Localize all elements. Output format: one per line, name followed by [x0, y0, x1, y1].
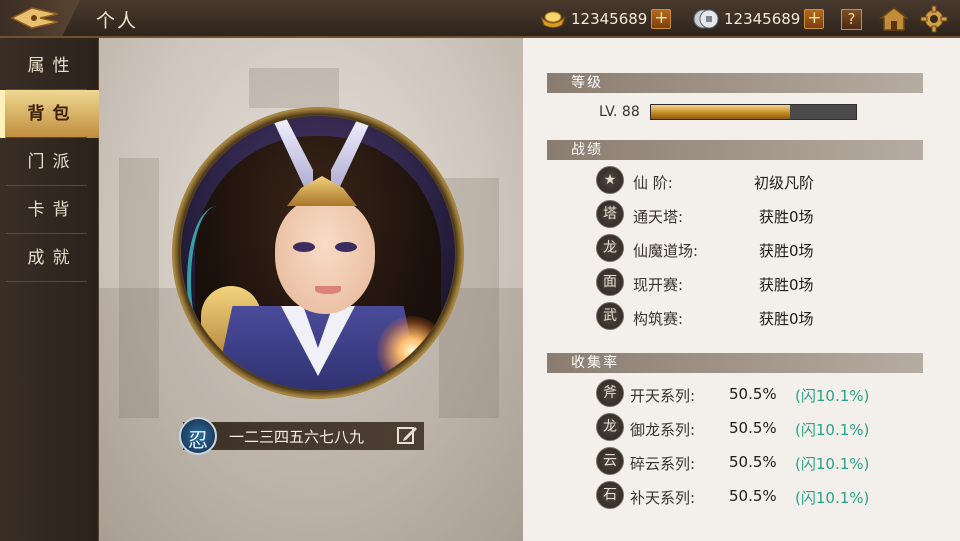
record-label: 仙 阶:: [633, 174, 673, 192]
tower-icon: 塔: [596, 200, 624, 228]
cloud-icon: 云: [596, 447, 624, 475]
home-icon[interactable]: [879, 6, 909, 32]
silver-coin-icon: [692, 8, 720, 30]
fighter-icon: 武: [596, 302, 624, 330]
sidebar-item-achievements[interactable]: 成就: [0, 234, 99, 282]
exp-progress-fill: [651, 105, 791, 119]
record-label: 现开赛:: [633, 276, 684, 294]
sect-emblem-icon: 忍: [179, 417, 217, 455]
sidebar-item-card-back[interactable]: 卡背: [0, 186, 99, 234]
sidebar-item-backpack[interactable]: 背包: [0, 90, 99, 138]
star-icon: ★: [596, 166, 624, 194]
page-title: 个人: [96, 10, 139, 32]
dragon-swirl-icon: 龙: [596, 413, 624, 441]
silver-currency: 12345689 +: [692, 8, 825, 30]
sidebar-item-sect[interactable]: 门派: [0, 138, 99, 186]
help-button[interactable]: ?: [841, 9, 862, 30]
collection-label: 开天系列:: [630, 387, 696, 405]
record-value: 获胜0场: [759, 276, 814, 294]
collection-value: 50.5%: [729, 487, 777, 505]
silver-amount: 12345689: [724, 10, 801, 28]
dragon-icon: 龙: [596, 234, 624, 262]
level-section-header: 等级: [547, 73, 923, 93]
record-value: 获胜0场: [759, 310, 814, 328]
record-label: 仙魔道场:: [633, 242, 699, 260]
record-value: 获胜0场: [759, 208, 814, 226]
collection-flash: (闪10.1%): [795, 489, 870, 507]
back-button[interactable]: [0, 0, 80, 36]
collection-label: 碎云系列:: [630, 455, 696, 473]
record-value: 获胜0场: [759, 242, 814, 260]
collection-section-header: 收集率: [547, 353, 923, 373]
back-arrow-icon: [10, 7, 59, 29]
collection-value: 50.5%: [729, 385, 777, 403]
gold-amount: 12345689: [571, 10, 648, 28]
stone-icon: 石: [596, 481, 624, 509]
level-label: LV. 88: [599, 104, 640, 120]
edit-name-icon[interactable]: [396, 425, 418, 445]
collection-flash: (闪10.1%): [795, 455, 870, 473]
sidebar-item-attributes[interactable]: 属性: [0, 42, 99, 90]
gold-ingot-icon: [539, 9, 567, 29]
add-silver-button[interactable]: +: [804, 9, 825, 29]
player-name: 一二三四五六七八九: [229, 428, 365, 446]
collection-value: 50.5%: [729, 453, 777, 471]
exp-progress-bar: [650, 104, 857, 120]
collection-value: 50.5%: [729, 419, 777, 437]
collection-label: 御龙系列:: [630, 421, 696, 439]
record-label: 构筑赛:: [633, 310, 684, 328]
gold-currency: 12345689 +: [539, 8, 672, 30]
collection-label: 补天系列:: [630, 489, 696, 507]
records-section-header: 战绩: [547, 140, 923, 160]
gear-icon[interactable]: [920, 5, 948, 33]
record-value: 初级凡阶: [754, 174, 815, 192]
collection-flash: (闪10.1%): [795, 421, 870, 439]
top-bar: 个人 12345689 + 12345689 + ?: [0, 0, 960, 38]
sidebar: 属性 背包 门派 卡背 成就: [0, 38, 99, 541]
collection-flash: (闪10.1%): [795, 387, 870, 405]
add-gold-button[interactable]: +: [651, 9, 672, 29]
mask-icon: 面: [596, 268, 624, 296]
character-portrait[interactable]: [181, 116, 455, 390]
record-label: 通天塔:: [633, 208, 684, 226]
axe-icon: 斧: [596, 379, 624, 407]
